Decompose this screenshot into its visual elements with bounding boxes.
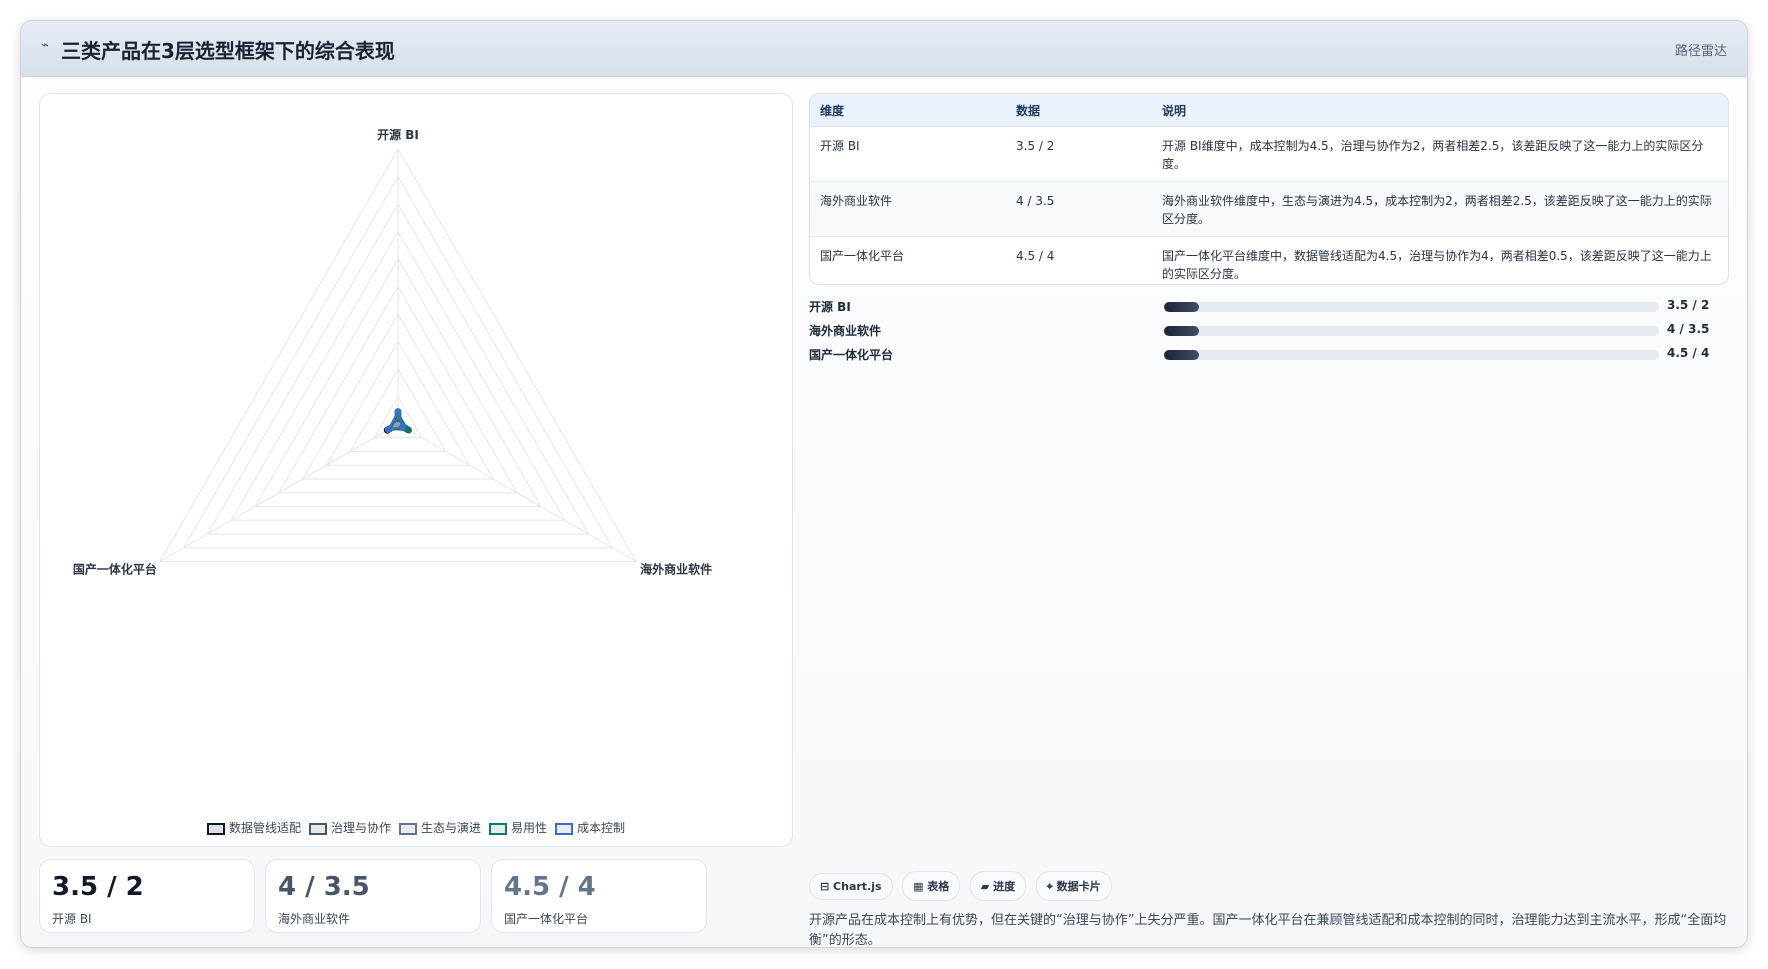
legend-label: 成本控制	[577, 821, 626, 835]
radar-axis-label: 国产一体化平台	[73, 562, 157, 577]
chip-chartjs[interactable]: ⊟ Chart.js	[809, 873, 893, 900]
progress-value: 3.5 / 2	[1667, 298, 1710, 312]
legend-item[interactable]: 易用性	[489, 819, 547, 836]
cell-description: 国产一体化平台维度中，数据管线适配为4.5，治理与协作为4，两者相差0.5，该差…	[1152, 236, 1728, 284]
legend-swatch	[555, 823, 574, 835]
progress-track	[1164, 350, 1659, 360]
stat-card-kaiyuan: 3.5 / 2 开源 BI	[39, 859, 255, 933]
data-table: 维度 数据 说明 开源 BI 3.5 / 2 开源 BI维度中，成本控制为4.5…	[809, 93, 1729, 285]
legend-label: 易用性	[511, 821, 548, 835]
legend-swatch	[489, 823, 507, 835]
table-header-row: 维度 数据 说明	[810, 94, 1728, 127]
legend-item[interactable]: 治理与协作	[308, 819, 391, 836]
cell-dimension: 开源 BI	[810, 126, 1006, 182]
cell-description: 海外商业软件维度中，生态与演进为4.5，成本控制为2，两者相差2.5，该差距反映…	[1152, 181, 1728, 237]
chip-data-card[interactable]: ⌖ 数据卡片	[1035, 871, 1112, 901]
stat-label: 海外商业软件	[278, 912, 351, 926]
stat-value: 4 / 3.5	[278, 872, 370, 902]
radar-chart-panel: 开源 BI 海外商业软件 国产一体化平台 数据管线适配 治理与协作 生态与演进 易用性 成本…	[39, 93, 793, 847]
progress-value: 4.5 / 4	[1667, 346, 1710, 360]
radar-axis-label: 开源 BI	[377, 127, 419, 142]
cell-data: 4.5 / 4	[1006, 236, 1152, 284]
progress-track	[1164, 302, 1659, 312]
chip-progress[interactable]: ▰ 进度	[969, 871, 1027, 901]
stat-value: 3.5 / 2	[52, 872, 144, 902]
chart-legend: 数据管线适配 治理与协作 生态与演进 易用性 成本控制	[40, 819, 792, 836]
progress-label: 开源 BI	[809, 300, 851, 314]
page-title: 三类产品在3层选型框架下的综合表现	[61, 39, 395, 63]
legend-label: 数据管线适配	[228, 821, 301, 835]
progress-fill	[1164, 326, 1199, 336]
column-header: 维度	[810, 94, 1006, 127]
legend-item[interactable]: 数据管线适配	[206, 819, 301, 836]
progress-row: 国产一体化平台 4.5 / 4	[809, 343, 1727, 367]
legend-item[interactable]: 成本控制	[555, 819, 625, 836]
progress-fill	[1164, 350, 1199, 360]
legend-label: 治理与协作	[330, 821, 391, 835]
progress-list: 开源 BI 3.5 / 2 海外商业软件 4 / 3.5 国产一体化平台 4.5…	[809, 295, 1727, 367]
radar-point	[394, 408, 402, 416]
stat-card-haiwai: 4 / 3.5 海外商业软件	[265, 859, 481, 933]
cell-dimension: 海外商业软件	[810, 181, 1006, 237]
stat-label: 开源 BI	[52, 912, 92, 926]
cell-description: 开源 BI维度中，成本控制为4.5，治理与协作为2，两者相差2.5，该差距反映了…	[1152, 126, 1728, 182]
stat-card-guochan: 4.5 / 4 国产一体化平台	[491, 859, 707, 933]
progress-row: 海外商业软件 4 / 3.5	[809, 319, 1727, 343]
table-row: 开源 BI 3.5 / 2 开源 BI维度中，成本控制为4.5，治理与协作为2，…	[810, 126, 1728, 182]
view-chips: ⊟ Chart.js ▦ 表格 ▰ 进度 ⌖ 数据卡片	[809, 871, 1118, 901]
legend-item[interactable]: 生态与演进	[398, 819, 481, 836]
dashboard-card: ⌁ 三类产品在3层选型框架下的综合表现 路径雷达 开源 BI 海外商业软件 国产一体…	[20, 20, 1748, 948]
legend-swatch	[398, 823, 417, 835]
radar-point	[384, 426, 392, 433]
radar-point	[399, 423, 407, 431]
legend-label: 生态与演进	[420, 821, 481, 835]
table-row: 海外商业软件 4 / 3.5 海外商业软件维度中，生态与演进为4.5，成本控制为…	[810, 181, 1728, 237]
progress-value: 4 / 3.5	[1667, 322, 1710, 336]
progress-fill	[1164, 302, 1199, 312]
column-header: 说明	[1152, 94, 1728, 127]
radar-axis-label: 海外商业软件	[640, 562, 712, 577]
chart-type-tag: 路径雷达	[1674, 44, 1727, 59]
progress-track	[1164, 326, 1659, 336]
progress-label: 国产一体化平台	[809, 348, 894, 362]
radar-chart: 开源 BI 海外商业软件 国产一体化平台	[73, 127, 712, 577]
legend-swatch	[308, 823, 327, 835]
table-row: 国产一体化平台 4.5 / 4 国产一体化平台维度中，数据管线适配为4.5，治理…	[810, 236, 1728, 284]
summary-text: 开源产品在成本控制上有优势，但在关键的“治理与协作”上失分严重。国产一体化平台在…	[809, 913, 1727, 948]
chart-icon: ⌁	[41, 38, 49, 53]
chip-table[interactable]: ▦ 表格	[902, 871, 961, 901]
cell-data: 4 / 3.5	[1006, 181, 1152, 237]
cell-dimension: 国产一体化平台	[810, 236, 1006, 284]
progress-label: 海外商业软件	[809, 324, 882, 338]
card-header: ⌁ 三类产品在3层选型框架下的综合表现 路径雷达	[21, 21, 1747, 77]
stat-value: 4.5 / 4	[504, 872, 596, 902]
stat-label: 国产一体化平台	[504, 912, 589, 926]
legend-swatch	[206, 823, 225, 835]
progress-row: 开源 BI 3.5 / 2	[809, 295, 1727, 319]
column-header: 数据	[1006, 94, 1152, 127]
cell-data: 3.5 / 2	[1006, 126, 1152, 182]
